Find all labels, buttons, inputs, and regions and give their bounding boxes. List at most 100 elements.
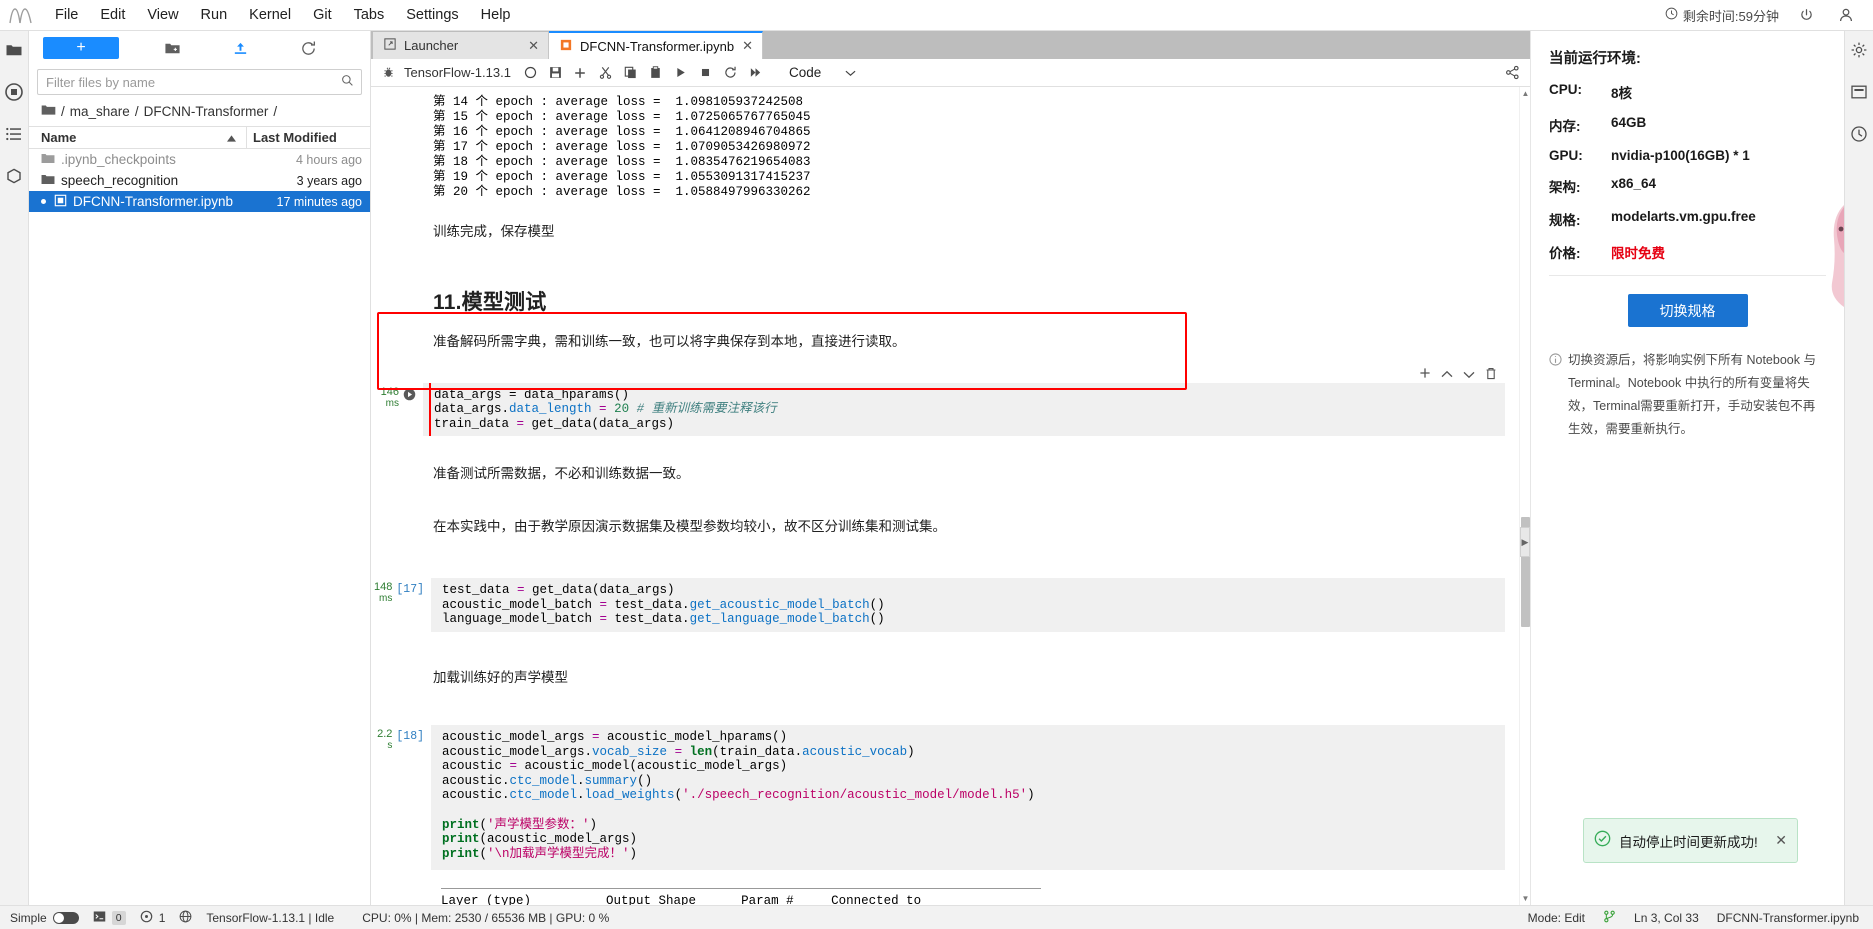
refresh-icon[interactable] (294, 35, 324, 61)
file-browser-icon[interactable] (1, 37, 27, 63)
breadcrumb-item-ma-share[interactable]: ma_share (70, 104, 130, 119)
menu-view[interactable]: View (136, 3, 189, 27)
spec-value: 限时免费 (1611, 246, 1665, 261)
run-icon[interactable] (669, 61, 692, 84)
menu-bar: File Edit View Run Kernel Git Tabs Setti… (0, 0, 1873, 31)
git-branch-icon[interactable] (1603, 910, 1616, 926)
file-name-label: speech_recognition (61, 173, 179, 188)
stop-icon[interactable] (694, 61, 717, 84)
list-item[interactable]: .ipynb_checkpoints 4 hours ago (29, 149, 370, 170)
debugger-panel-icon[interactable] (1846, 121, 1872, 147)
paste-icon[interactable] (644, 61, 667, 84)
list-item[interactable]: DFCNN-Transformer.ipynb 17 minutes ago (29, 191, 370, 212)
new-launcher-button[interactable]: + (43, 37, 119, 59)
upload-icon[interactable] (226, 35, 256, 61)
menu-edit[interactable]: Edit (89, 3, 136, 27)
notebook-tools-icon[interactable] (1846, 79, 1872, 105)
code-editor[interactable]: test_data = get_data(data_args) acoustic… (431, 578, 1505, 632)
panel-note-text: 切换资源后，将影响实例下所有 Notebook 与 Terminal。Noteb… (1568, 353, 1816, 437)
property-inspector-icon[interactable] (1846, 37, 1872, 63)
code-editor[interactable]: data_args = data_hparams() data_args.dat… (423, 382, 1505, 437)
user-icon[interactable] (1833, 2, 1859, 28)
kernel-name-label[interactable]: TensorFlow-1.13.1 (402, 65, 517, 80)
breadcrumb-sep-0: / (61, 104, 65, 119)
cell-action-toolbar (1419, 367, 1497, 383)
menu-help[interactable]: Help (470, 3, 522, 27)
running-terminals-icon[interactable] (1, 79, 27, 105)
column-header-name[interactable]: Name (29, 130, 246, 145)
switch-flavor-button[interactable]: 切换规格 (1627, 294, 1748, 327)
menu-kernel[interactable]: Kernel (238, 3, 302, 27)
menu-run[interactable]: Run (190, 3, 239, 27)
add-icon[interactable] (1419, 367, 1431, 382)
new-folder-icon[interactable] (157, 35, 187, 61)
kernel-icon (140, 910, 153, 926)
cell-type-dropdown[interactable]: Code (783, 62, 862, 84)
move-down-icon[interactable] (1463, 368, 1475, 382)
simple-mode-switch[interactable] (52, 911, 79, 924)
copy-icon[interactable] (619, 61, 642, 84)
status-bar-right: Mode: Edit Ln 3, Col 33 DFCNN-Transforme… (1528, 910, 1863, 926)
code-cell-highlighted[interactable]: 146 ms data_args = data_hparams() data_a… (371, 367, 1519, 437)
markdown-cell[interactable]: 在本实践中，由于教学原因演示数据集及模型参数均较小，故不区分训练集和测试集。 (371, 503, 1519, 552)
file-browser-toolbar: + (29, 31, 370, 65)
kernel-status[interactable]: TensorFlow-1.13.1 | Idle (206, 911, 348, 925)
column-header-modified[interactable]: Last Modified (246, 127, 370, 148)
breadcrumb-item-dfcnn[interactable]: DFCNN-Transformer (144, 104, 269, 119)
delete-icon[interactable] (1485, 367, 1497, 383)
cell-prompt: 146 ms (371, 383, 423, 437)
add-cell-icon[interactable] (569, 61, 592, 84)
menu-settings[interactable]: Settings (395, 3, 469, 27)
output-cell: 第 14 个 epoch : average loss = 1.09810593… (371, 93, 1519, 202)
list-item[interactable]: speech_recognition 3 years ago (29, 170, 370, 191)
restart-kernel-icon[interactable] (719, 61, 742, 84)
tab-bar: Launcher ✕ DFCNN-Transformer.ipynb ✕ (371, 31, 1530, 59)
tab-launcher[interactable]: Launcher ✕ (373, 32, 549, 59)
close-icon[interactable]: ✕ (1775, 832, 1787, 849)
restart-run-all-icon[interactable] (744, 61, 767, 84)
code-line: acoustic.ctc_model.summary() (442, 773, 653, 788)
move-up-icon[interactable] (1441, 368, 1453, 382)
notebook-scrollbar[interactable]: ▲ ▼ (1519, 87, 1530, 905)
simple-mode-toggle[interactable]: Simple (10, 911, 93, 925)
expand-right-panel-handle[interactable]: ▶ (1520, 527, 1530, 557)
cell-content: 准备测试所需数据，不必和训练数据一致。 (423, 450, 1505, 499)
close-icon[interactable]: ✕ (742, 38, 753, 54)
filter-files-input[interactable] (37, 69, 362, 95)
menu-git[interactable]: Git (302, 3, 343, 27)
save-icon[interactable] (544, 61, 567, 84)
close-icon[interactable]: ✕ (528, 38, 539, 54)
power-icon[interactable] (1793, 2, 1819, 28)
markdown-cell[interactable]: 准备测试所需数据，不必和训练数据一致。 (371, 450, 1519, 499)
markdown-cell[interactable]: 11.模型测试 准备解码所需字典，需和训练一致，也可以将字典保存到本地，直接进行… (371, 257, 1519, 367)
sort-asc-icon (227, 130, 246, 145)
markdown-cell[interactable]: 训练完成，保存模型 (371, 202, 1519, 257)
output-line: 第 14 个 epoch : average loss = 1.09810593… (433, 95, 804, 109)
menu-tabs[interactable]: Tabs (343, 3, 396, 27)
menu-file[interactable]: File (44, 3, 89, 27)
debugger-icon[interactable] (377, 61, 400, 84)
file-name-label: .ipynb_checkpoints (61, 152, 176, 167)
cut-icon[interactable] (594, 61, 617, 84)
code-cell-17[interactable]: 148 ms [17] test_data = get_data(data_ar… (371, 578, 1519, 632)
breadcrumb-home-icon[interactable] (41, 103, 56, 120)
remaining-time[interactable]: 剩余时间:59分钟 (1665, 6, 1779, 25)
notebook-icon (560, 39, 572, 54)
notebook-toolbar-right (1501, 61, 1524, 84)
markdown-cell[interactable]: 加载训练好的声学模型 (371, 654, 1519, 703)
share-icon[interactable] (1501, 61, 1524, 84)
kernel-count[interactable]: 1 (140, 910, 180, 926)
search-icon (341, 74, 354, 90)
extension-manager-icon[interactable] (1, 163, 27, 189)
file-modified-label: 17 minutes ago (276, 194, 362, 209)
jupyterlab-window: File Edit View Run Kernel Git Tabs Setti… (0, 0, 1873, 929)
table-of-contents-icon[interactable] (1, 121, 27, 147)
terminal-count[interactable]: 0 (93, 910, 140, 926)
kernel-status-icon (519, 61, 542, 84)
code-cell-18[interactable]: 2.2 s [18] acoustic_model_args = acousti… (371, 724, 1519, 871)
language-icon-seg[interactable] (179, 910, 206, 926)
tab-notebook[interactable]: DFCNN-Transformer.ipynb ✕ (549, 31, 764, 59)
notebook-scroll-area[interactable]: 第 14 个 epoch : average loss = 1.09810593… (371, 87, 1519, 905)
run-cell-icon[interactable] (403, 387, 416, 405)
code-editor[interactable]: acoustic_model_args = acoustic_model_hpa… (431, 724, 1505, 871)
